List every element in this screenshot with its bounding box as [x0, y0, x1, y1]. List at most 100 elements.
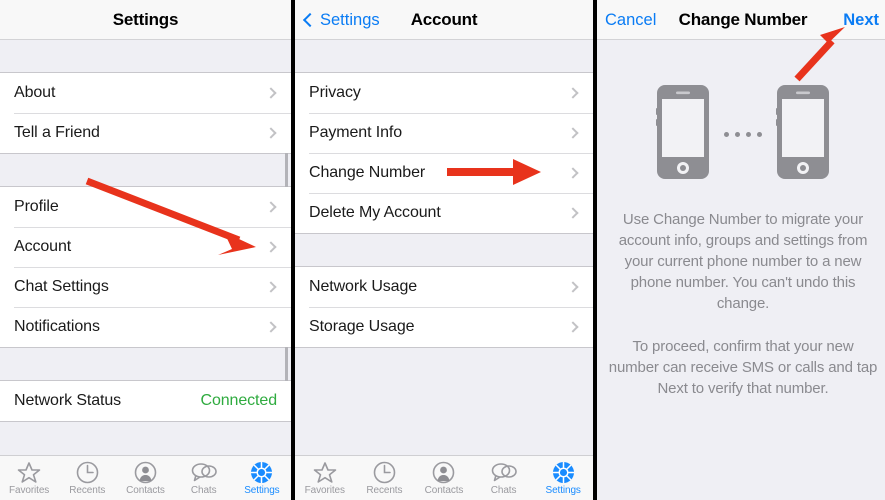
- row-label: Chat Settings: [14, 278, 109, 295]
- chevron-right-icon: [567, 127, 579, 139]
- two-phones-transfer-illustration: [655, 84, 830, 185]
- sidebar-item-chat-settings[interactable]: Chat Settings: [0, 267, 291, 307]
- list-gap: [295, 234, 593, 266]
- chevron-right-icon: [265, 87, 277, 99]
- chat-bubbles-icon: [491, 460, 517, 484]
- chevron-right-icon: [567, 207, 579, 219]
- tab-chats[interactable]: Chats: [175, 460, 233, 496]
- account-group-2: Network Usage Storage Usage: [295, 266, 593, 348]
- list-item-payment-info[interactable]: Payment Info: [295, 113, 593, 153]
- row-label: Privacy: [309, 84, 361, 101]
- row-label: Payment Info: [309, 124, 403, 141]
- row-network-status[interactable]: Network Status Connected: [0, 381, 291, 421]
- phone-left-icon: [655, 84, 710, 185]
- chevron-right-icon: [265, 321, 277, 333]
- row-label: Tell a Friend: [14, 124, 100, 141]
- list-gap: [0, 348, 291, 380]
- star-icon: [313, 460, 337, 484]
- tab-label: Settings: [244, 485, 280, 496]
- row-label: Change Number: [309, 164, 426, 181]
- back-button[interactable]: Settings: [302, 0, 380, 40]
- chevron-left-icon: [302, 12, 318, 28]
- tab-label: Recents: [69, 485, 106, 496]
- tab-label: Favorites: [8, 485, 50, 496]
- chevron-right-icon: [265, 201, 277, 213]
- chevron-right-icon: [265, 281, 277, 293]
- transfer-dots: [724, 132, 762, 137]
- description-paragraph-1: Use Change Number to migrate your accoun…: [618, 211, 868, 312]
- account-list[interactable]: Privacy Payment Info Change Number Delet…: [295, 40, 593, 455]
- sidebar-item-profile[interactable]: Profile: [0, 187, 291, 227]
- status-badge: Connected: [200, 392, 278, 409]
- tab-contacts[interactable]: Contacts: [116, 460, 174, 496]
- row-label: Delete My Account: [309, 204, 441, 221]
- gear-icon: [250, 460, 273, 484]
- navbar-account: Settings Account: [295, 0, 593, 40]
- tab-contacts[interactable]: Contacts: [414, 460, 474, 496]
- sidebar-item-account[interactable]: Account: [0, 227, 291, 267]
- next-button[interactable]: Next: [843, 0, 879, 40]
- chevron-right-icon: [567, 167, 579, 179]
- account-group-1: Privacy Payment Info Change Number Delet…: [295, 72, 593, 234]
- sidebar-item-about[interactable]: About: [0, 73, 291, 113]
- page-title: Account: [410, 9, 478, 29]
- page-title: Change Number: [678, 9, 808, 29]
- row-label: Notifications: [14, 318, 100, 335]
- settings-group-2: Profile Account Chat Settings Notificati…: [0, 186, 291, 348]
- tab-recents[interactable]: Recents: [58, 460, 116, 496]
- row-label: Network Status: [14, 392, 122, 409]
- phone-right-icon: [775, 84, 830, 185]
- dot: [735, 132, 740, 137]
- chevron-right-icon: [567, 321, 579, 333]
- tab-bar: Favorites Recents Contacts Chats Setting…: [295, 455, 593, 500]
- tab-label: Recents: [366, 485, 403, 496]
- clock-icon: [373, 460, 396, 484]
- tab-label: Favorites: [304, 485, 345, 496]
- cancel-button[interactable]: Cancel: [605, 0, 656, 40]
- list-item-storage-usage[interactable]: Storage Usage: [295, 307, 593, 347]
- panel-settings: Settings About Tell a Friend Profile Acc…: [0, 0, 291, 500]
- chevron-right-icon: [265, 127, 277, 139]
- gear-icon: [552, 460, 575, 484]
- chevron-right-icon: [567, 87, 579, 99]
- row-label: Network Usage: [309, 278, 418, 295]
- sidebar-item-tell-a-friend[interactable]: Tell a Friend: [0, 113, 291, 153]
- settings-list[interactable]: About Tell a Friend Profile Account Chat…: [0, 40, 291, 455]
- clock-icon: [76, 460, 99, 484]
- tab-label: Chats: [190, 485, 217, 496]
- settings-group-3: Network Status Connected: [0, 380, 291, 422]
- list-item-network-usage[interactable]: Network Usage: [295, 267, 593, 307]
- tab-label: Settings: [545, 485, 581, 496]
- description-paragraph-2: To proceed, confirm that your new number…: [608, 338, 878, 397]
- dot: [724, 132, 729, 137]
- chevron-right-icon: [265, 241, 277, 253]
- three-panel-screenshot: Settings About Tell a Friend Profile Acc…: [0, 0, 885, 500]
- list-gap: [295, 40, 593, 72]
- person-icon: [134, 460, 157, 484]
- chevron-right-icon: [567, 281, 579, 293]
- person-icon: [432, 460, 455, 484]
- list-item-privacy[interactable]: Privacy: [295, 73, 593, 113]
- list-item-change-number[interactable]: Change Number: [295, 153, 593, 193]
- tab-recents[interactable]: Recents: [355, 460, 415, 496]
- tab-settings[interactable]: Settings: [233, 460, 291, 496]
- list-gap: [0, 154, 291, 186]
- list-item-delete-my-account[interactable]: Delete My Account: [295, 193, 593, 233]
- tab-label: Contacts: [126, 485, 165, 496]
- chat-bubbles-icon: [191, 460, 217, 484]
- back-button-label: Settings: [320, 10, 380, 29]
- tab-favorites[interactable]: Favorites: [295, 460, 355, 496]
- tab-settings[interactable]: Settings: [533, 460, 593, 496]
- tab-favorites[interactable]: Favorites: [0, 460, 58, 496]
- dot: [757, 132, 762, 137]
- panel-change-number: Cancel Change Number Next Use Change Num…: [597, 0, 885, 500]
- row-label: Storage Usage: [309, 318, 415, 335]
- sidebar-item-notifications[interactable]: Notifications: [0, 307, 291, 347]
- navbar-settings: Settings: [0, 0, 291, 40]
- list-gap: [0, 40, 291, 72]
- row-label: Account: [14, 238, 72, 255]
- row-label: Profile: [14, 198, 59, 215]
- tab-chats[interactable]: Chats: [474, 460, 534, 496]
- change-number-content: Use Change Number to migrate your accoun…: [597, 40, 885, 500]
- tab-bar: Favorites Recents Contacts Chats Setting…: [0, 455, 291, 500]
